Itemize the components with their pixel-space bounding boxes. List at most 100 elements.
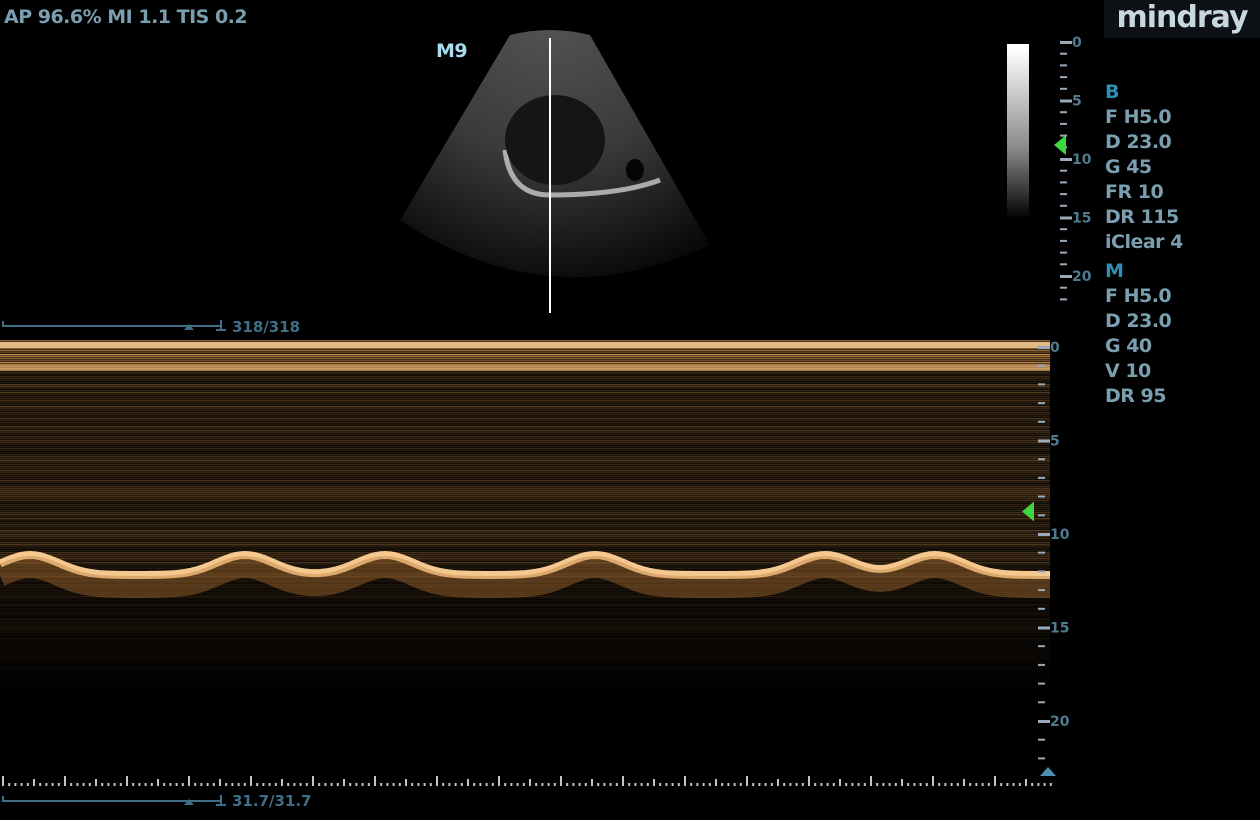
ultrasound-screen: AP 96.6% MI 1.1 TIS 0.2 M9 mindray B F H… bbox=[0, 0, 1260, 820]
echo-line bbox=[0, 384, 1050, 386]
echo-line bbox=[0, 492, 1050, 494]
time-ruler-tick bbox=[225, 783, 228, 786]
time-ruler-tick bbox=[969, 783, 972, 786]
echo-line bbox=[0, 634, 1050, 636]
time-ruler-tick bbox=[219, 779, 221, 786]
echo-line bbox=[0, 428, 1050, 430]
b-depth-tick bbox=[1060, 122, 1067, 125]
time-ruler-tick bbox=[398, 783, 401, 786]
time-ruler-tick bbox=[26, 783, 29, 786]
time-ruler-tick bbox=[380, 783, 383, 786]
m-param: G 40 bbox=[1105, 335, 1152, 357]
echo-line bbox=[0, 526, 1050, 528]
echo-line bbox=[0, 466, 1050, 468]
echo-line bbox=[0, 626, 1050, 628]
echo-line bbox=[0, 390, 1050, 392]
time-ruler-tick bbox=[826, 783, 829, 786]
time-ruler-tick bbox=[429, 783, 432, 786]
time-ruler-tick bbox=[281, 779, 283, 786]
time-ruler-tick bbox=[653, 779, 655, 786]
b-depth-tick bbox=[1060, 216, 1072, 220]
echo-line bbox=[0, 378, 1050, 380]
cine-frame-counter: 318/318 bbox=[232, 318, 301, 336]
time-ruler-tick bbox=[305, 783, 308, 786]
time-ruler-tick bbox=[795, 783, 798, 786]
echo-line bbox=[0, 494, 1050, 496]
echo-line bbox=[0, 458, 1050, 460]
echo-line bbox=[0, 350, 1050, 352]
echo-line bbox=[0, 434, 1050, 436]
echo-line bbox=[0, 442, 1050, 444]
echo-line bbox=[0, 560, 1050, 562]
m-depth-label: 5 bbox=[1050, 434, 1060, 450]
parameter-panel: B F H5.0 D 23.0 G 45 FR 10 DR 115 iClear… bbox=[1105, 80, 1183, 409]
time-ruler-tick bbox=[1037, 783, 1040, 786]
time-ruler-tick bbox=[597, 783, 600, 786]
time-ruler-tick bbox=[721, 783, 724, 786]
b-depth-label: 0 bbox=[1072, 35, 1082, 51]
acoustic-output-readout: AP 96.6% MI 1.1 TIS 0.2 bbox=[4, 6, 248, 28]
time-ruler-tick bbox=[839, 779, 841, 786]
time-ruler-tick bbox=[1049, 783, 1052, 786]
echo-line bbox=[0, 456, 1050, 458]
echo-line bbox=[0, 484, 1050, 486]
b-param: D 23.0 bbox=[1105, 131, 1172, 153]
echo-line bbox=[0, 618, 1050, 620]
time-ruler-tick bbox=[758, 783, 761, 786]
b-depth-label: 15 bbox=[1072, 211, 1091, 227]
time-ruler-tick bbox=[522, 783, 525, 786]
time-ruler-tick bbox=[20, 783, 23, 786]
echo-line bbox=[0, 446, 1050, 448]
time-ruler-tick bbox=[876, 783, 879, 786]
time-ruler-tick bbox=[1000, 783, 1003, 786]
echo-line bbox=[0, 506, 1050, 508]
time-ruler-tick bbox=[8, 783, 11, 786]
time-ruler-tick bbox=[894, 783, 897, 786]
echo-line bbox=[0, 496, 1050, 498]
time-ruler-tick bbox=[293, 783, 296, 786]
echo-line bbox=[0, 544, 1050, 546]
echo-line bbox=[0, 660, 1050, 662]
time-ruler-tick bbox=[467, 779, 469, 786]
cine-top-marker-icon bbox=[184, 324, 194, 330]
time-ruler-tick bbox=[1043, 783, 1046, 786]
time-ruler-tick bbox=[901, 779, 903, 786]
echo-line bbox=[0, 610, 1050, 612]
echo-line bbox=[0, 340, 1050, 342]
echo-line bbox=[0, 348, 1050, 350]
b-depth-label: 10 bbox=[1072, 152, 1092, 168]
b-param: DR 115 bbox=[1105, 206, 1179, 228]
time-ruler-tick bbox=[33, 779, 35, 786]
time-ruler-tick bbox=[634, 783, 637, 786]
echo-line bbox=[0, 454, 1050, 456]
echo-line bbox=[0, 520, 1050, 522]
time-ruler-tick bbox=[764, 783, 767, 786]
echo-line bbox=[0, 470, 1050, 472]
echo-line bbox=[0, 628, 1050, 630]
time-ruler-tick bbox=[609, 783, 612, 786]
time-ruler-tick bbox=[138, 783, 141, 786]
echo-line bbox=[0, 504, 1050, 506]
echo-line bbox=[0, 664, 1050, 666]
echo-line bbox=[0, 548, 1050, 550]
echo-line bbox=[0, 534, 1050, 536]
cine-bottom-end-handle bbox=[216, 795, 226, 806]
time-ruler-tick bbox=[677, 783, 680, 786]
cine-bottom-marker-icon bbox=[184, 799, 194, 805]
echo-line bbox=[0, 420, 1050, 422]
grayscale-bar bbox=[1007, 44, 1029, 219]
b-depth-tick bbox=[1060, 52, 1067, 55]
echo-line bbox=[0, 450, 1050, 452]
time-ruler-tick bbox=[715, 779, 717, 786]
b-depth-tick bbox=[1060, 275, 1072, 278]
echo-line bbox=[0, 404, 1050, 406]
echo-line bbox=[0, 604, 1050, 606]
time-ruler-tick bbox=[194, 783, 197, 786]
time-ruler-tick bbox=[101, 783, 104, 786]
echo-line bbox=[0, 686, 1050, 688]
b-depth-tick bbox=[1060, 76, 1067, 79]
m-param: D 23.0 bbox=[1105, 310, 1172, 332]
b-depth-tick bbox=[1060, 251, 1067, 254]
time-ruler-tick bbox=[938, 783, 941, 786]
time-ruler-tick bbox=[367, 783, 370, 786]
